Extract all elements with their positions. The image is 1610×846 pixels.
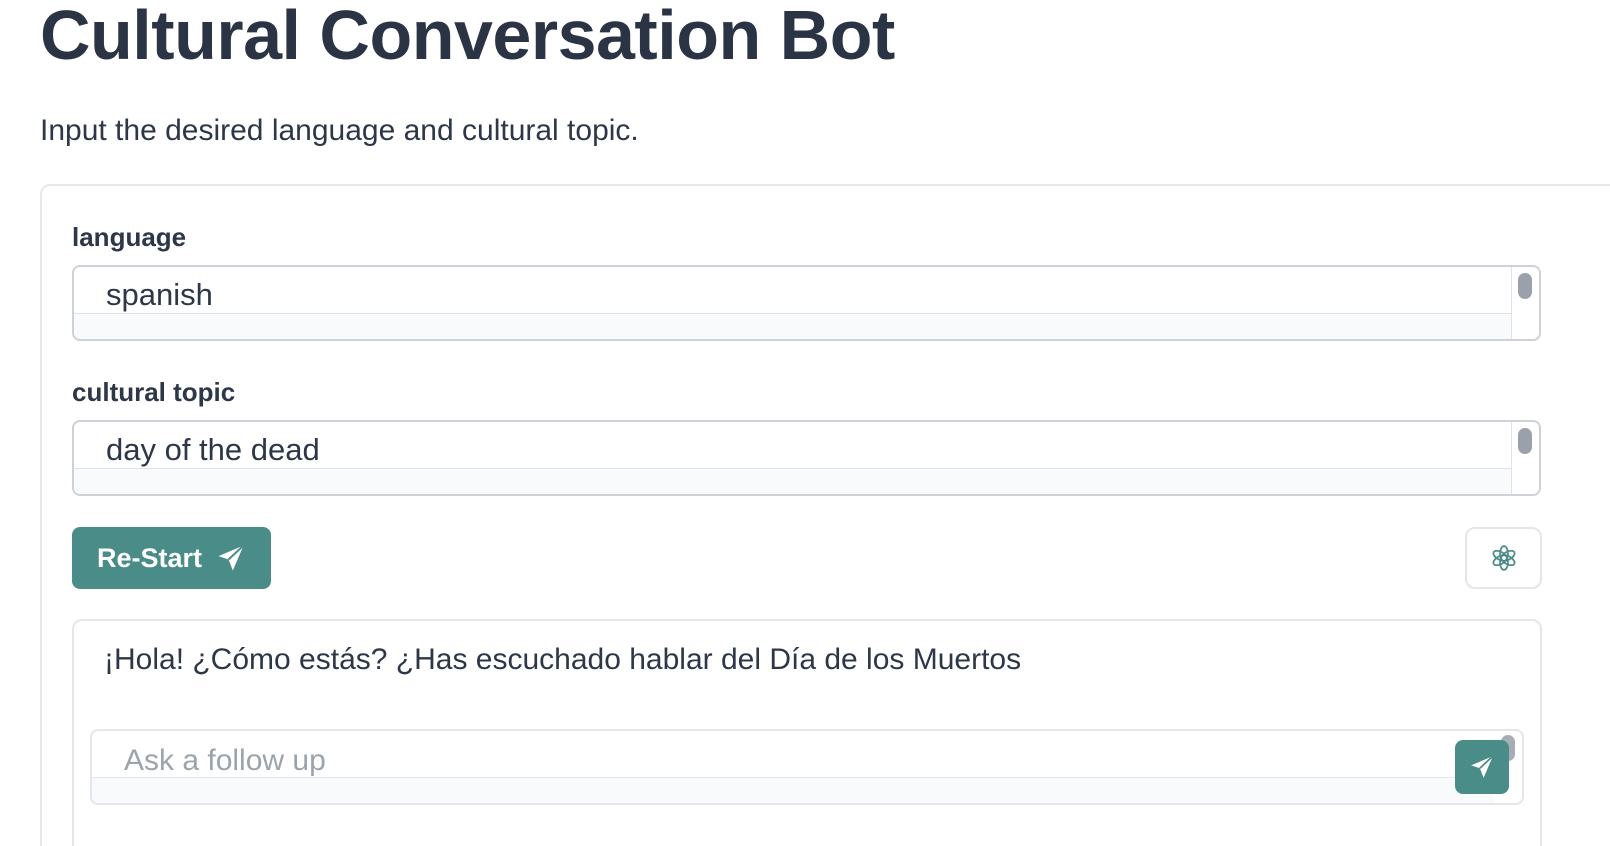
cultural-topic-field-lower bbox=[74, 468, 1511, 494]
followup-input[interactable] bbox=[92, 731, 1492, 777]
language-field[interactable]: spanish bbox=[72, 265, 1541, 341]
cultural-topic-label: cultural topic bbox=[72, 377, 236, 407]
bot-message: ¡Hola! ¿Cómo estás? ¿Has escuchado habla… bbox=[104, 643, 1022, 676]
language-label: language bbox=[72, 222, 187, 252]
cultural-topic-scroll-thumb[interactable] bbox=[1518, 428, 1532, 454]
language-scrollbar[interactable] bbox=[1511, 267, 1539, 339]
page-title: Cultural Conversation Bot bbox=[40, 0, 895, 74]
language-field-lower bbox=[74, 313, 1511, 339]
restart-button-label: Re-Start bbox=[96, 542, 203, 573]
send-icon bbox=[218, 544, 245, 571]
openai-icon bbox=[1492, 545, 1515, 571]
page: Cultural Conversation Bot Input the desi… bbox=[0, 0, 1610, 846]
send-button[interactable] bbox=[1455, 740, 1509, 794]
cultural-topic-scrollbar[interactable] bbox=[1511, 422, 1539, 494]
language-scroll-thumb[interactable] bbox=[1518, 273, 1532, 299]
restart-button[interactable]: Re-Start bbox=[72, 527, 271, 589]
page-subtitle: Input the desired language and cultural … bbox=[40, 114, 639, 147]
cultural-topic-field[interactable]: day of the dead bbox=[72, 420, 1541, 496]
send-icon bbox=[1471, 755, 1494, 778]
cultural-topic-value[interactable]: day of the dead bbox=[106, 432, 320, 468]
followup-field-lower bbox=[92, 777, 1494, 803]
language-value[interactable]: spanish bbox=[106, 277, 213, 313]
followup-field[interactable] bbox=[90, 729, 1524, 805]
openai-model-button[interactable] bbox=[1465, 527, 1542, 589]
